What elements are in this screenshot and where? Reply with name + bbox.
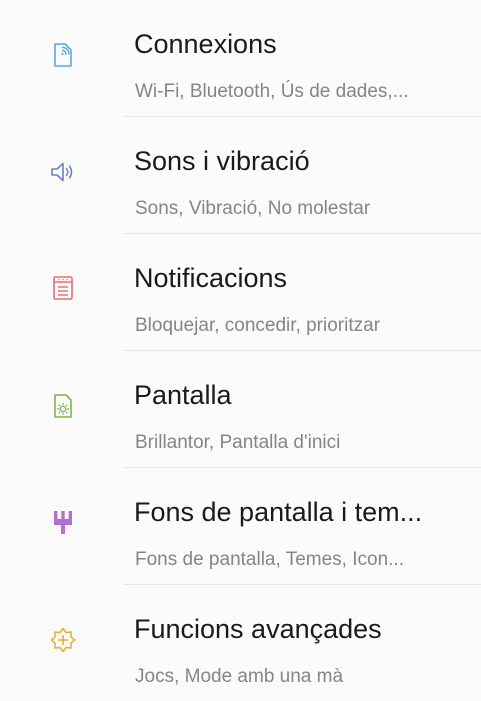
settings-item-wallpapers[interactable]: Fons de pantalla i tem... Fons de pantal… [0,468,481,584]
paintbrush-icon [50,508,76,536]
notifications-icon [50,274,76,302]
item-title: Sons i vibració [134,146,310,176]
item-subtitle: Fons de pantalla, Temes, Icon... [135,549,404,570]
item-title: Fons de pantalla i tem... [134,497,423,527]
settings-item-display[interactable]: Pantalla Brillantor, Pantalla d'inici [0,351,481,467]
settings-item-notifications[interactable]: Notificacions Bloquejar, concedir, prior… [0,234,481,350]
speaker-icon [50,158,76,186]
settings-list: Connexions Wi-Fi, Bluetooth, Ús de dades… [0,0,481,694]
settings-item-sounds[interactable]: Sons i vibració Sons, Vibració, No moles… [0,117,481,233]
item-title: Connexions [134,29,277,59]
connections-icon [50,41,76,69]
item-title: Funcions avançades [134,614,382,644]
item-subtitle: Wi-Fi, Bluetooth, Ús de dades,... [135,81,409,102]
settings-item-advanced[interactable]: Funcions avançades Jocs, Mode amb una mà [0,585,481,701]
item-subtitle: Sons, Vibració, No molestar [135,198,371,219]
item-title: Notificacions [134,263,288,293]
item-subtitle: Jocs, Mode amb una mà [135,666,344,687]
item-subtitle: Brillantor, Pantalla d'inici [135,432,341,453]
display-brightness-icon [50,392,76,420]
item-subtitle: Bloquejar, concedir, prioritzar [135,315,381,336]
settings-item-connections[interactable]: Connexions Wi-Fi, Bluetooth, Ús de dades… [0,0,481,116]
item-title: Pantalla [134,380,232,410]
advanced-features-icon [50,626,76,654]
